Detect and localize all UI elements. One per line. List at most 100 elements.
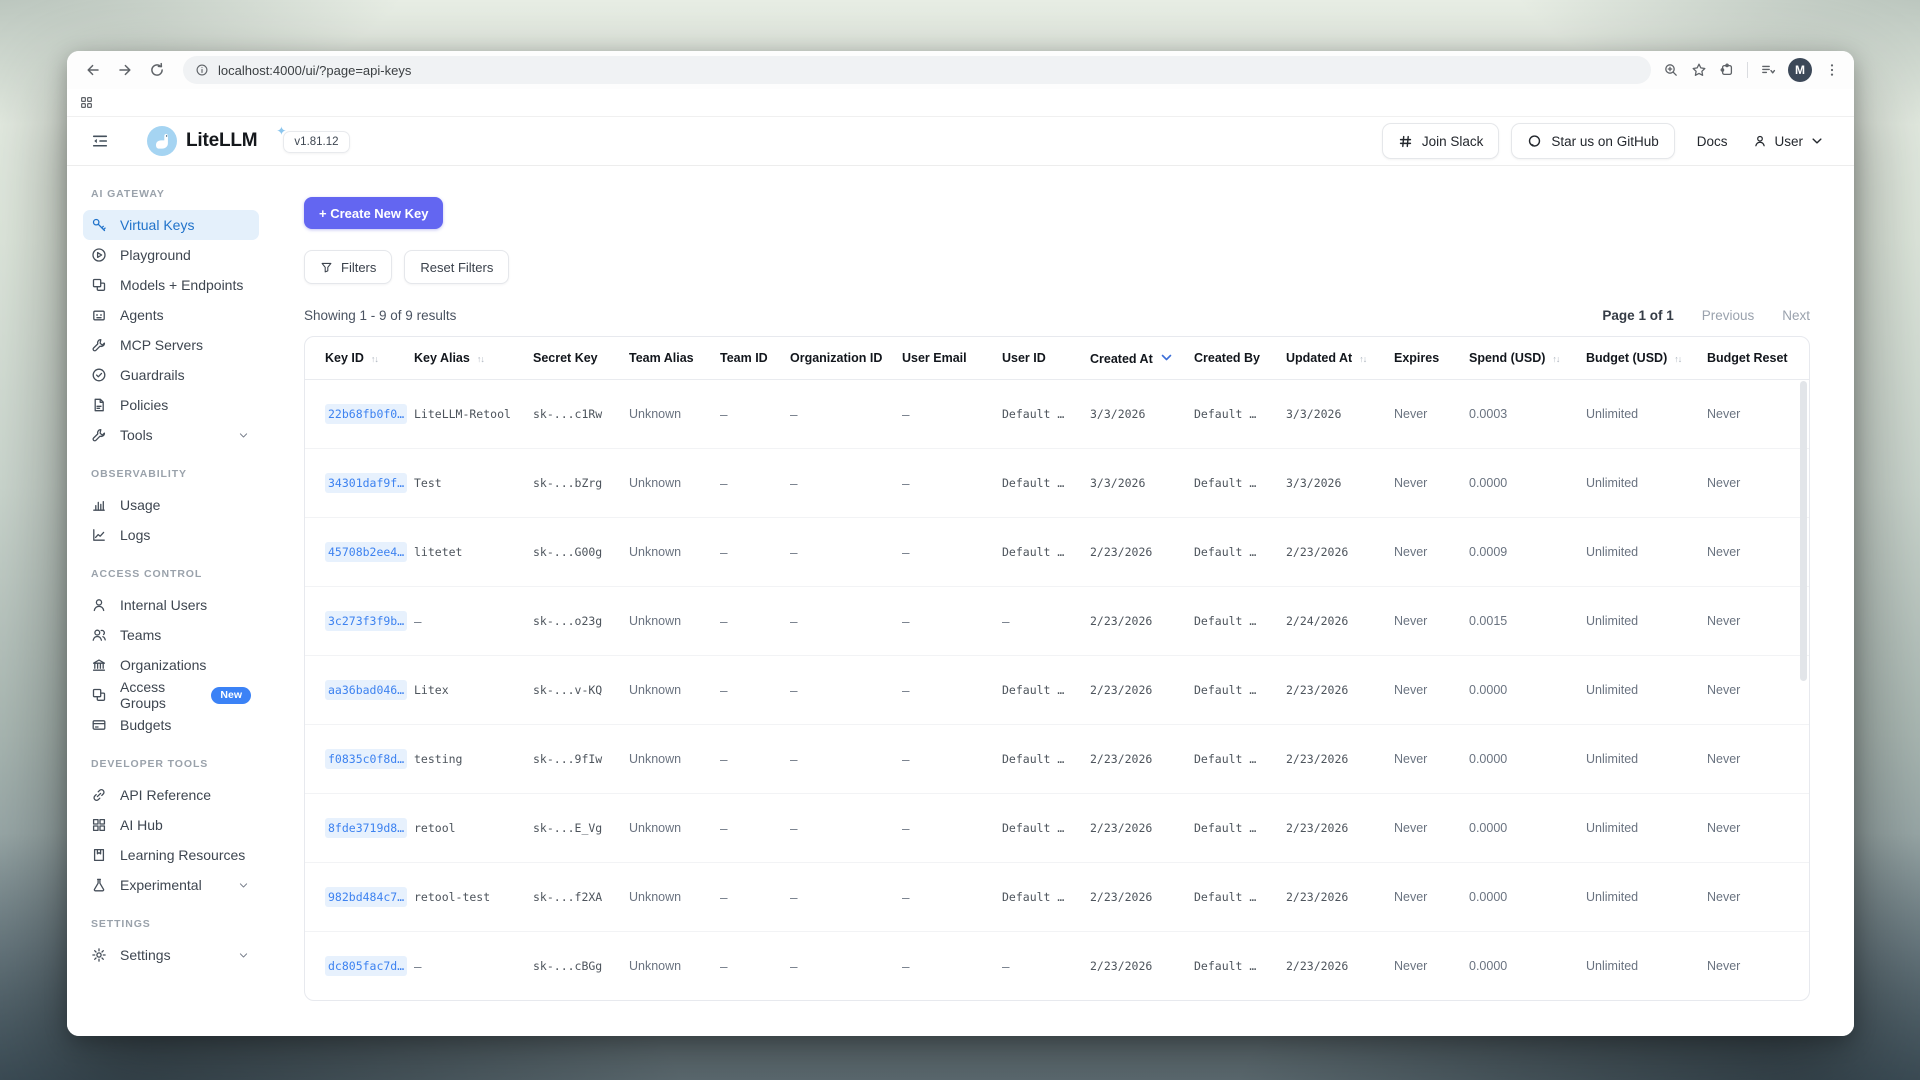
sidebar: AI GATEWAYVirtual KeysPlaygroundModels +… <box>67 166 267 1036</box>
sidebar-item-logs[interactable]: Logs <box>83 520 259 550</box>
key-id-link[interactable]: 3c273f3f9b… <box>325 611 407 631</box>
agent-icon <box>91 307 107 323</box>
cell-team_alias: Unknown <box>629 449 720 518</box>
cell-user_id: Default … <box>1002 794 1090 863</box>
next-page-button[interactable]: Next <box>1782 308 1810 323</box>
tab-search-icon[interactable] <box>1760 62 1776 78</box>
cell-created_by: Default … <box>1194 380 1286 449</box>
browser-menu-icon[interactable] <box>1824 62 1840 78</box>
apps-grid-icon[interactable] <box>79 95 94 110</box>
key-id-link[interactable]: aa36bad046… <box>325 680 407 700</box>
cell-created_by: Default … <box>1194 518 1286 587</box>
sidebar-item-budgets[interactable]: Budgets <box>83 710 259 740</box>
table-row: 45708b2ee4…litetetsk-...G00gUnknown–––De… <box>305 518 1809 587</box>
sidebar-item-virtual-keys[interactable]: Virtual Keys <box>83 210 259 240</box>
sort-icon[interactable]: ↑↓ <box>1674 354 1681 364</box>
file-icon <box>91 397 107 413</box>
key-id-link[interactable]: 22b68fb0f0… <box>325 404 407 424</box>
cell-user_email: – <box>902 794 1002 863</box>
column-header-spend-usd[interactable]: Spend (USD)↑↓ <box>1469 337 1586 380</box>
column-header-key-alias[interactable]: Key Alias↑↓ <box>414 337 533 380</box>
forward-button[interactable] <box>111 56 139 84</box>
key-id-link[interactable]: dc805fac7d… <box>325 956 407 976</box>
column-header-user-id: User ID <box>1002 337 1090 380</box>
sidebar-item-access-groups[interactable]: Access GroupsNew <box>83 680 259 710</box>
key-id-link[interactable]: 982bd484c7… <box>325 887 407 907</box>
key-id-link[interactable]: f0835c0f8d… <box>325 749 407 769</box>
create-new-key-button[interactable]: + Create New Key <box>304 197 443 229</box>
sidebar-item-label: Teams <box>120 627 161 643</box>
cell-org_id: – <box>790 656 902 725</box>
sidebar-section-label: SETTINGS <box>91 918 259 930</box>
sort-icon[interactable]: ↑↓ <box>477 354 484 364</box>
sidebar-item-guardrails[interactable]: Guardrails <box>83 360 259 390</box>
sidebar-item-internal-users[interactable]: Internal Users <box>83 590 259 620</box>
zoom-icon[interactable] <box>1663 62 1679 78</box>
litellm-logo-icon <box>147 126 177 156</box>
back-button[interactable] <box>79 56 107 84</box>
filters-button[interactable]: Filters <box>304 250 392 284</box>
column-header-user-email: User Email <box>902 337 1002 380</box>
cell-team_id: – <box>720 863 790 932</box>
reset-filters-button[interactable]: Reset Filters <box>404 250 509 284</box>
cell-budget: Unlimited <box>1586 656 1707 725</box>
key-id-link[interactable]: 34301daf9f… <box>325 473 407 493</box>
extensions-icon[interactable] <box>1719 62 1735 78</box>
sidebar-item-ai-hub[interactable]: AI Hub <box>83 810 259 840</box>
sidebar-item-policies[interactable]: Policies <box>83 390 259 420</box>
sidebar-item-organizations[interactable]: Organizations <box>83 650 259 680</box>
cell-user_id: Default … <box>1002 725 1090 794</box>
cell-updated_at: 2/23/2026 <box>1286 656 1394 725</box>
sidebar-item-learning-resources[interactable]: Learning Resources <box>83 840 259 870</box>
site-info-icon[interactable] <box>195 63 209 77</box>
collapse-sidebar-icon[interactable] <box>91 132 109 150</box>
reload-button[interactable] <box>143 56 171 84</box>
previous-page-button[interactable]: Previous <box>1702 308 1755 323</box>
cell-secret_key: sk-...f2XA <box>533 863 629 932</box>
column-header-budget-usd[interactable]: Budget (USD)↑↓ <box>1586 337 1707 380</box>
address-bar[interactable]: localhost:4000/ui/?page=api-keys <box>183 56 1651 84</box>
cell-spend: 0.0000 <box>1469 932 1586 1001</box>
sort-icon[interactable]: ↑↓ <box>1359 354 1366 364</box>
key-id-link[interactable]: 45708b2ee4… <box>325 542 407 562</box>
column-header-updated-at[interactable]: Updated At↑↓ <box>1286 337 1394 380</box>
bookmark-star-icon[interactable] <box>1691 62 1707 78</box>
sort-desc-icon[interactable] <box>1161 351 1172 365</box>
sort-icon[interactable]: ↑↓ <box>371 354 378 364</box>
chevron-down-icon <box>238 950 251 961</box>
cell-budget_reset: Never <box>1707 656 1809 725</box>
column-header-created-at[interactable]: Created At <box>1090 337 1194 380</box>
sidebar-item-mcp-servers[interactable]: MCP Servers <box>83 330 259 360</box>
column-header-key-id[interactable]: Key ID↑↓ <box>305 337 414 380</box>
sidebar-item-usage[interactable]: Usage <box>83 490 259 520</box>
sidebar-item-tools[interactable]: Tools <box>83 420 259 450</box>
key-id-link[interactable]: 8fde3719d8… <box>325 818 407 838</box>
sidebar-item-label: Virtual Keys <box>120 217 194 233</box>
sidebar-item-settings[interactable]: Settings <box>83 940 259 970</box>
user-menu[interactable]: User <box>1753 134 1824 149</box>
star-github-button[interactable]: Star us on GitHub <box>1511 123 1674 159</box>
sidebar-item-teams[interactable]: Teams <box>83 620 259 650</box>
cell-created_by: Default … <box>1194 725 1286 794</box>
cell-spend: 0.0000 <box>1469 794 1586 863</box>
cell-expires: Never <box>1394 794 1469 863</box>
sort-icon[interactable]: ↑↓ <box>1552 354 1559 364</box>
table-scrollbar[interactable] <box>1800 381 1807 681</box>
cell-spend: 0.0009 <box>1469 518 1586 587</box>
grid-icon <box>91 817 107 833</box>
brand-name: LiteLLM <box>186 130 257 152</box>
browser-profile-avatar[interactable]: M <box>1788 58 1812 82</box>
cell-key_alias: Litex <box>414 656 533 725</box>
sidebar-item-label: Usage <box>120 497 160 513</box>
sidebar-item-agents[interactable]: Agents <box>83 300 259 330</box>
bars-icon <box>91 497 107 513</box>
docs-link[interactable]: Docs <box>1697 134 1728 149</box>
sidebar-item-playground[interactable]: Playground <box>83 240 259 270</box>
sidebar-item-api-reference[interactable]: API Reference <box>83 780 259 810</box>
sidebar-item-label: Guardrails <box>120 367 185 383</box>
sidebar-item-models-endpoints[interactable]: Models + Endpoints <box>83 270 259 300</box>
bank-icon <box>91 657 107 673</box>
cell-secret_key: sk-...v-KQ <box>533 656 629 725</box>
sidebar-item-experimental[interactable]: Experimental <box>83 870 259 900</box>
join-slack-button[interactable]: Join Slack <box>1382 123 1500 159</box>
